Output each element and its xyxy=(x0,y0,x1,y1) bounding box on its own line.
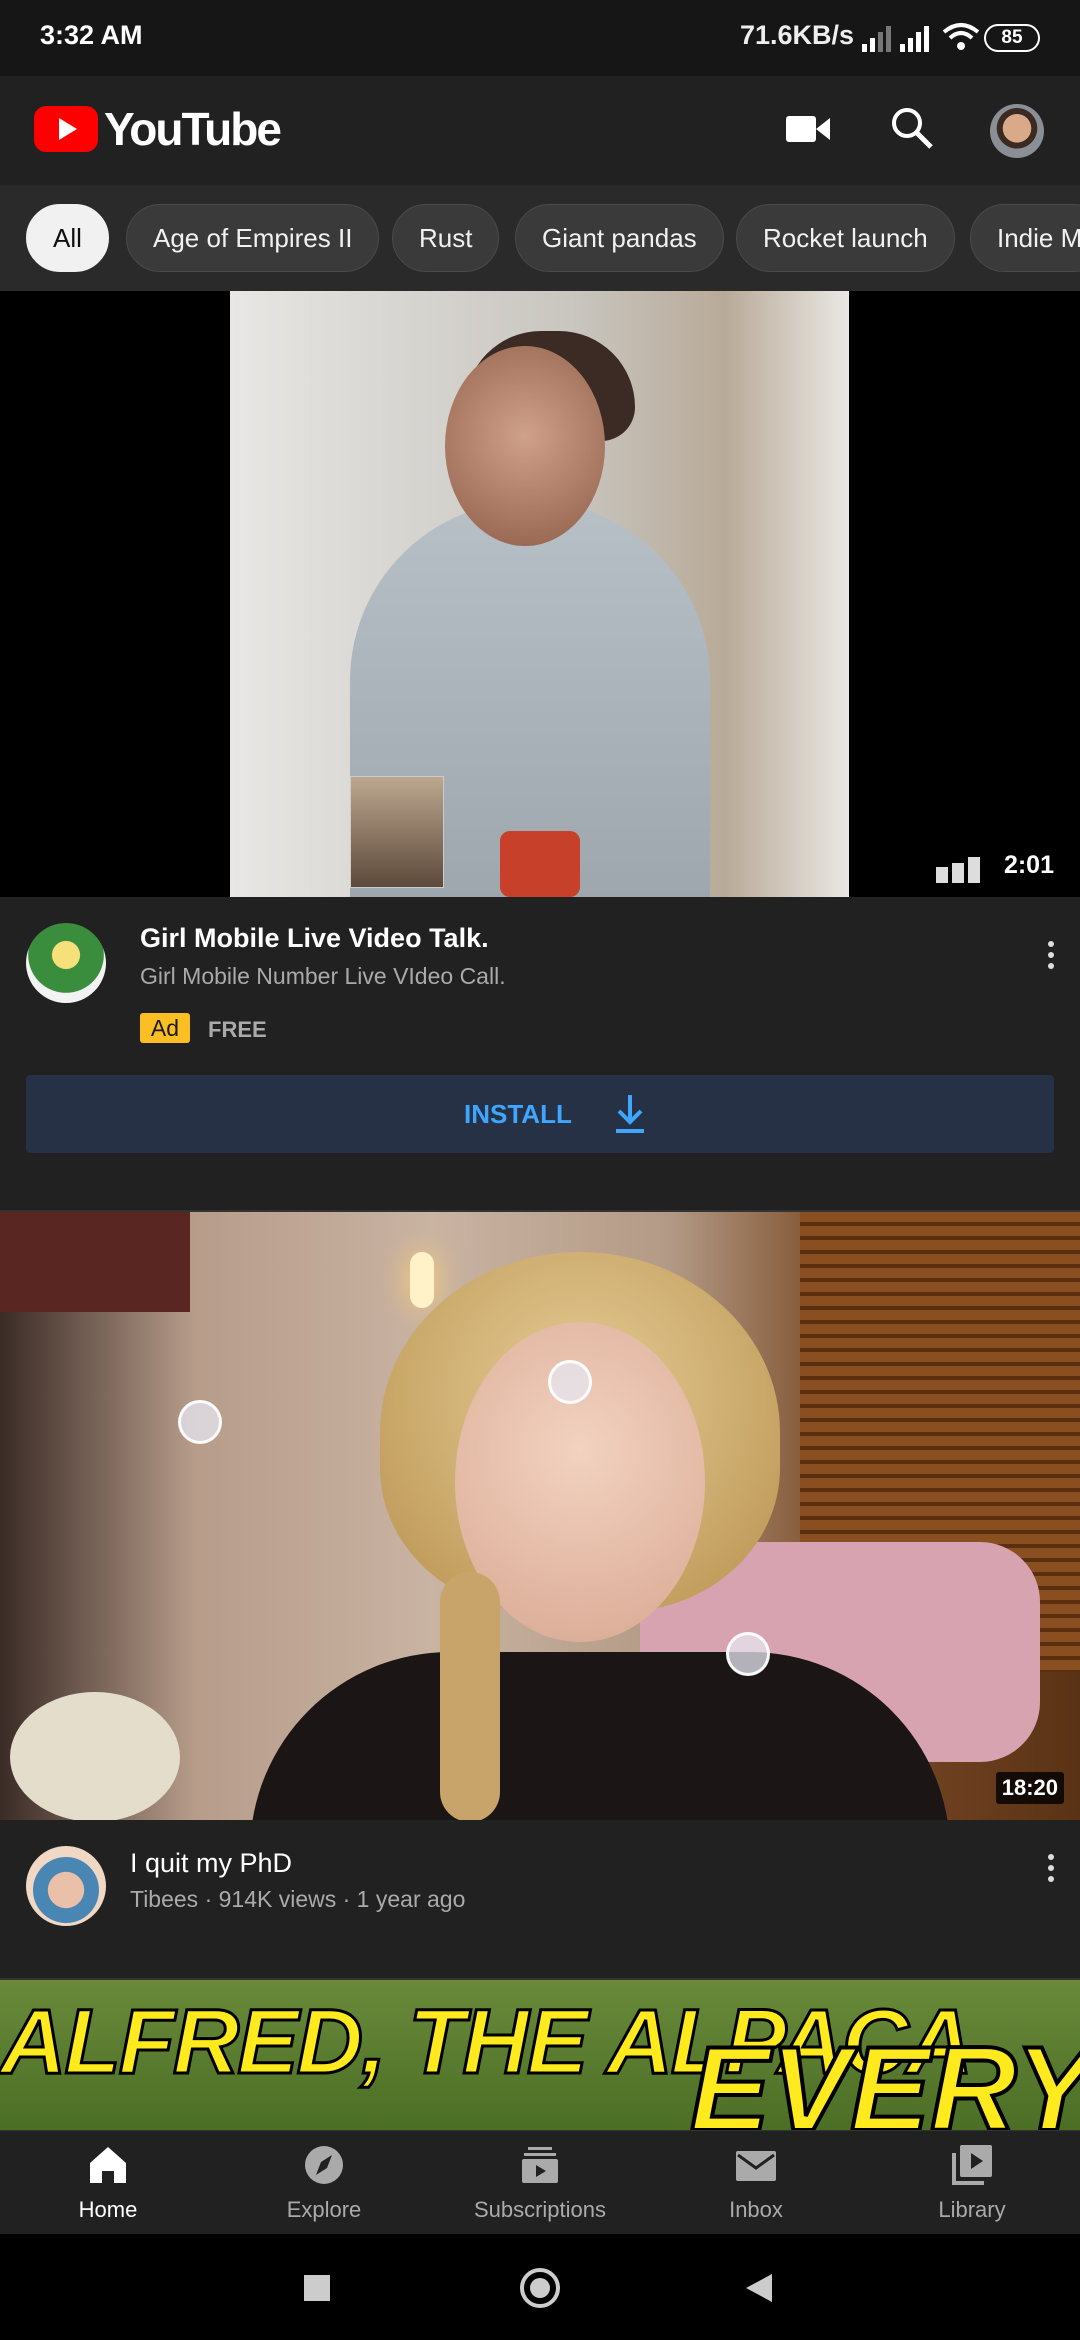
system-navigation-bar xyxy=(0,2234,1080,2340)
ad-video-frame xyxy=(230,291,849,897)
compass-icon xyxy=(305,2146,343,2184)
install-button[interactable]: INSTALL xyxy=(26,1075,1054,1153)
chip-rust[interactable]: Rust xyxy=(392,204,500,272)
video-title[interactable]: I quit my PhD xyxy=(130,1848,292,1879)
ad-badge: Ad xyxy=(140,1013,190,1043)
chip-all[interactable]: All xyxy=(26,204,109,272)
video-thumbnail-alpaca[interactable]: ALFRED, THE ALPACA EVERY xyxy=(0,1980,1080,2130)
nav-explore[interactable]: Explore xyxy=(216,2131,432,2235)
ad-subtitle: Girl Mobile Number Live VIdeo Call. xyxy=(140,963,506,989)
bottom-navigation: Home Explore Subscriptions Inbox Library xyxy=(0,2130,1080,2235)
nav-label: Library xyxy=(938,2197,1006,2222)
search-icon[interactable] xyxy=(890,106,934,150)
video-info-phd: I quit my PhD Tibees · 914K views · 1 ye… xyxy=(0,1820,1080,1980)
nav-label: Subscriptions xyxy=(473,2197,607,2222)
signal-icon xyxy=(862,26,891,52)
wifi-icon xyxy=(942,23,980,50)
recents-icon[interactable] xyxy=(304,2275,330,2301)
touch-dot xyxy=(726,1632,770,1676)
nav-inbox[interactable]: Inbox xyxy=(648,2131,864,2235)
ad-app-icon[interactable] xyxy=(26,923,106,1003)
status-bar: 3:32 AM 71.6KB/s 85 xyxy=(0,0,1080,76)
video-meta: Tibees · 914K views · 1 year ago xyxy=(130,1886,466,1912)
nav-library[interactable]: Library xyxy=(864,2131,1080,2235)
volume-bars-icon xyxy=(936,857,980,883)
network-speed: 71.6KB/s xyxy=(740,20,855,50)
ad-price: FREE xyxy=(208,1017,267,1042)
status-time: 3:32 AM xyxy=(40,20,143,50)
chip-rocket-launch[interactable]: Rocket launch xyxy=(736,204,955,272)
ad-video-player[interactable]: 2:01 xyxy=(0,291,1080,897)
account-avatar[interactable] xyxy=(990,104,1044,158)
video-thumbnail-phd[interactable]: 18:20 xyxy=(0,1212,1080,1820)
nav-home[interactable]: Home xyxy=(0,2131,216,2235)
app-header: YouTube xyxy=(0,76,1080,184)
ad-more-options-icon[interactable] xyxy=(1048,941,1058,974)
video-camera-icon[interactable] xyxy=(786,112,830,146)
mail-icon xyxy=(736,2151,776,2181)
install-label: INSTALL xyxy=(464,1099,572,1129)
nav-subscriptions[interactable]: Subscriptions xyxy=(432,2131,648,2235)
pip-inset xyxy=(350,776,444,888)
nav-label: Explore xyxy=(286,2197,362,2222)
filter-chip-bar: All Age of Empires II Rust Giant pandas … xyxy=(0,185,1080,291)
ad-title[interactable]: Girl Mobile Live Video Talk. xyxy=(140,923,489,954)
download-icon xyxy=(616,1095,644,1133)
ad-duration: 2:01 xyxy=(1003,851,1054,879)
ad-info: Girl Mobile Live Video Talk. Girl Mobile… xyxy=(0,897,1080,1210)
back-icon[interactable] xyxy=(744,2272,774,2304)
home-button-icon[interactable] xyxy=(520,2268,560,2308)
subscriptions-icon xyxy=(522,2147,558,2183)
chip-giant-pandas[interactable]: Giant pandas xyxy=(515,204,724,272)
thumbnail-text: EVERY xyxy=(688,2020,1080,2130)
library-icon xyxy=(952,2145,992,2185)
chip-age-of-empires[interactable]: Age of Empires II xyxy=(126,204,380,272)
video-more-options-icon[interactable] xyxy=(1048,1854,1058,1887)
nav-label: Inbox xyxy=(729,2197,783,2222)
youtube-logo-icon[interactable] xyxy=(34,106,98,152)
nav-label: Home xyxy=(78,2197,138,2222)
battery-indicator: 85 xyxy=(984,24,1040,52)
touch-dot xyxy=(548,1360,592,1404)
touch-dot xyxy=(178,1400,222,1444)
logo-text[interactable]: YouTube xyxy=(104,102,282,156)
video-duration: 18:20 xyxy=(995,1772,1064,1804)
channel-avatar[interactable] xyxy=(26,1846,106,1926)
home-icon xyxy=(90,2147,126,2183)
signal-icon-2 xyxy=(900,26,929,52)
chip-indie[interactable]: Indie M xyxy=(970,204,1080,272)
